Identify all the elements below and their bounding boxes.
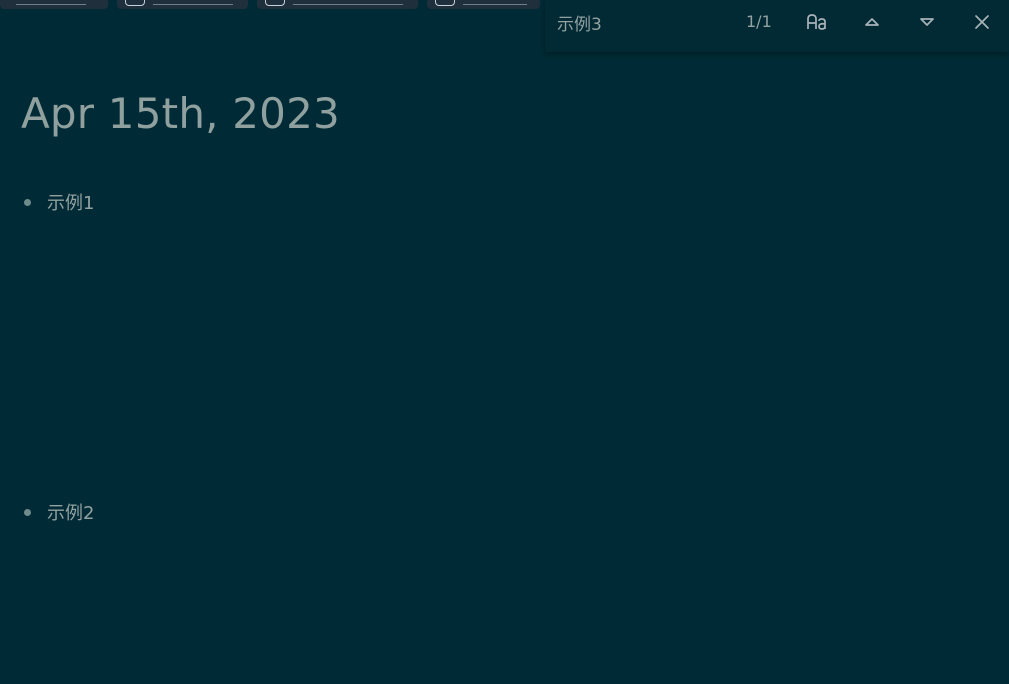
bullet-dot[interactable] xyxy=(24,508,31,516)
list-item[interactable]: 示例2 xyxy=(24,499,94,525)
tab-chip[interactable] xyxy=(257,0,418,9)
previous-match-button[interactable] xyxy=(857,8,887,36)
tab-chip[interactable] xyxy=(0,0,108,9)
match-case-icon xyxy=(807,14,826,30)
top-tab-strip xyxy=(0,0,545,10)
next-match-button[interactable] xyxy=(912,8,942,36)
close-find-button[interactable] xyxy=(967,8,997,36)
tab-chip-label-fragment xyxy=(293,4,403,5)
checkbox-icon xyxy=(125,0,145,6)
checkbox-icon xyxy=(435,0,455,6)
checkbox-icon xyxy=(265,0,285,6)
block-text[interactable]: 示例1 xyxy=(47,189,94,215)
bullet-dot[interactable] xyxy=(24,198,31,206)
list-item[interactable]: 示例1 xyxy=(24,189,94,215)
tab-chip-label-fragment xyxy=(463,4,527,5)
tab-chip-label-fragment xyxy=(153,4,233,5)
page-title: Apr 15th, 2023 xyxy=(21,89,340,138)
tab-chip[interactable] xyxy=(117,0,248,9)
tab-chip[interactable] xyxy=(427,0,540,9)
match-count: 1/1 xyxy=(746,12,772,31)
search-input[interactable] xyxy=(557,9,727,35)
close-icon xyxy=(975,15,989,29)
arrow-up-icon xyxy=(865,18,879,26)
block-text[interactable]: 示例2 xyxy=(47,499,94,525)
tab-chip-label-fragment xyxy=(16,4,86,5)
find-in-page-bar: 1/1 xyxy=(545,0,1009,52)
arrow-down-icon xyxy=(920,18,934,26)
match-case-button[interactable] xyxy=(802,8,832,36)
